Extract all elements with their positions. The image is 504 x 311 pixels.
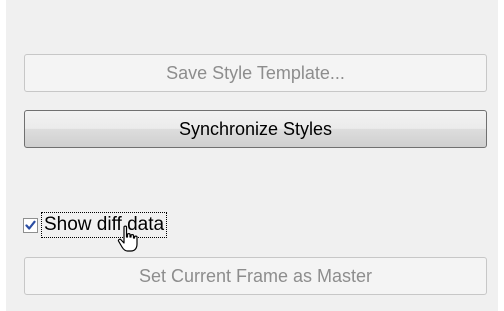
synchronize-styles-button[interactable]: Synchronize Styles xyxy=(24,110,487,148)
save-style-template-button[interactable]: Save Style Template... xyxy=(24,54,487,92)
styles-panel: Save Style Template... Synchronize Style… xyxy=(6,0,498,311)
show-diff-data-label[interactable]: Show diff data xyxy=(41,212,168,238)
set-current-frame-master-button[interactable]: Set Current Frame as Master xyxy=(24,257,487,295)
show-diff-data-option[interactable]: Show diff data xyxy=(23,212,168,238)
checkmark-icon xyxy=(25,220,36,230)
show-diff-data-checkbox[interactable] xyxy=(23,217,38,233)
